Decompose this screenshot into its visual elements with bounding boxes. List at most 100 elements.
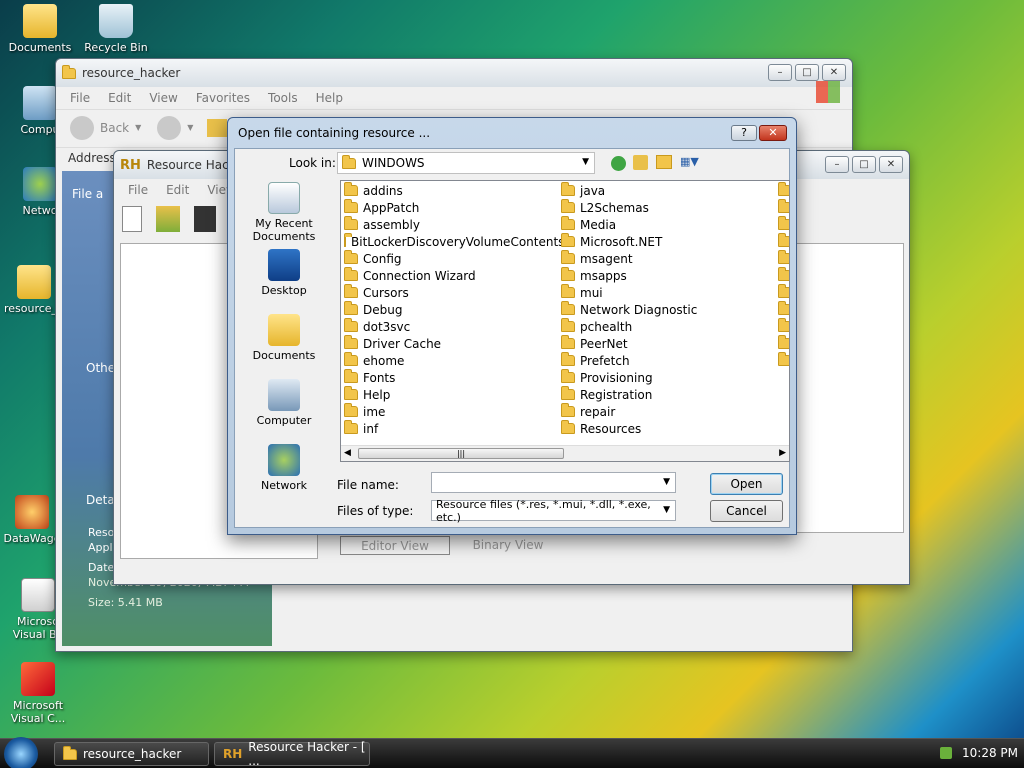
- explorer-titlebar[interactable]: resource_hacker – □ ✕: [56, 59, 852, 87]
- tab-editor-view[interactable]: Editor View: [340, 536, 450, 555]
- folder-list-item[interactable]: inf: [341, 420, 557, 437]
- folder-icon: [778, 182, 789, 196]
- maximize-button[interactable]: □: [795, 64, 819, 81]
- menu-view[interactable]: View: [149, 91, 177, 105]
- folder-list-item[interactable]: Resources: [558, 420, 774, 437]
- folder-list-item[interactable]: Driver Cache: [341, 335, 557, 352]
- taskbar-item-label: resource_hacker: [83, 747, 182, 761]
- folder-list-item[interactable]: repair: [558, 403, 774, 420]
- chevron-down-icon[interactable]: ▼: [187, 123, 193, 132]
- maximize-button[interactable]: □: [852, 156, 876, 173]
- folder-name: repair: [580, 404, 616, 419]
- folder-list-item[interactable]: pchealth: [558, 318, 774, 335]
- menu-edit[interactable]: Edit: [108, 91, 131, 105]
- chevron-down-icon[interactable]: ▼: [135, 123, 141, 132]
- folder-list-item[interactable]: L2Schemas: [558, 199, 774, 216]
- folder-name: ime: [363, 404, 386, 419]
- folder-list-item[interactable]: BitLockerDiscoveryVolumeContents: [341, 233, 564, 250]
- folder-list-item[interactable]: mui: [558, 284, 774, 301]
- folder-list-item[interactable]: Prefetch: [558, 352, 774, 369]
- views-menu-icon[interactable]: ▦▼: [680, 155, 706, 169]
- place-network[interactable]: Network: [249, 444, 319, 492]
- folder-list-item[interactable]: Media: [558, 216, 774, 233]
- back-arrow-icon[interactable]: [70, 115, 94, 140]
- recycle-bin-icon: [99, 4, 133, 38]
- folder-icon: [62, 64, 76, 79]
- folder-list-item[interactable]: Fonts: [341, 369, 557, 386]
- menu-file[interactable]: File: [70, 91, 90, 105]
- open-file-icon[interactable]: [156, 206, 180, 232]
- taskbar-item-resource-hacker-folder[interactable]: resource_hacker: [54, 742, 209, 766]
- folder-list-item[interactable]: Config: [341, 250, 557, 267]
- folder-name: addins: [363, 183, 403, 198]
- back-button[interactable]: Back: [100, 121, 129, 135]
- minimize-button[interactable]: –: [825, 156, 849, 173]
- folder-list-item[interactable]: addins: [341, 182, 557, 199]
- start-button[interactable]: [4, 737, 38, 768]
- folder-list-item[interactable]: ime: [341, 403, 557, 420]
- folder-list-item[interactable]: Debug: [341, 301, 557, 318]
- open-file-dialog[interactable]: Open file containing resource ... ? ✕ Lo…: [227, 117, 797, 535]
- desktop-icon-visual-c[interactable]: Microsoft Visual C...: [0, 662, 76, 725]
- cancel-button[interactable]: Cancel: [710, 500, 783, 522]
- look-in-dropdown[interactable]: WINDOWS ▼: [337, 152, 595, 174]
- scroll-right-arrow-icon[interactable]: ▶: [779, 448, 786, 458]
- folder-name: Cursors: [363, 285, 409, 300]
- folder-list-item[interactable]: Network Diagnostic: [558, 301, 774, 318]
- menu-tools[interactable]: Tools: [268, 91, 298, 105]
- clock[interactable]: 10:28 PM: [962, 746, 1018, 760]
- folder-list-item[interactable]: Microsoft.NET: [558, 233, 774, 250]
- up-folder-icon[interactable]: [207, 118, 228, 137]
- menu-help[interactable]: Help: [316, 91, 343, 105]
- folder-list-item[interactable]: Connection Wizard: [341, 267, 557, 284]
- folder-icon: [778, 335, 789, 349]
- folder-list-item[interactable]: msapps: [558, 267, 774, 284]
- chevron-down-icon: ▼: [663, 505, 670, 515]
- close-button[interactable]: ✕: [879, 156, 903, 173]
- folder-list-item[interactable]: ehome: [341, 352, 557, 369]
- new-file-icon[interactable]: [122, 206, 142, 232]
- folder-list-item[interactable]: dot3svc: [341, 318, 557, 335]
- menu-edit[interactable]: Edit: [166, 183, 189, 197]
- minimize-button[interactable]: –: [768, 64, 792, 81]
- folder-list-item[interactable]: Provisioning: [558, 369, 774, 386]
- scroll-left-arrow-icon[interactable]: ◀: [344, 448, 351, 458]
- tab-binary-view[interactable]: Binary View: [458, 536, 558, 555]
- desktop-icon-label: Recycle Bin: [84, 41, 148, 54]
- new-folder-icon[interactable]: [656, 155, 672, 169]
- place-computer[interactable]: Computer: [249, 379, 319, 427]
- files-of-type-dropdown[interactable]: Resource files (*.res, *.mui, *.dll, *.e…: [431, 498, 676, 524]
- folder-list-item[interactable]: assembly: [341, 216, 557, 233]
- taskbar-item-resource-hacker[interactable]: RH Resource Hacker - [ ...: [214, 740, 370, 768]
- file-list[interactable]: addins AppPatch assembly BitLockerDiscovery…: [340, 180, 790, 462]
- menu-file[interactable]: File: [128, 183, 148, 197]
- close-button[interactable]: ✕: [759, 125, 787, 141]
- scroll-thumb[interactable]: |||: [358, 448, 564, 459]
- desktop-icon-recycle-bin[interactable]: Recycle Bin: [78, 4, 154, 54]
- up-folder-icon[interactable]: [633, 155, 648, 170]
- close-button[interactable]: ✕: [822, 64, 846, 81]
- back-icon[interactable]: [611, 156, 626, 171]
- address-label: Address: [68, 151, 116, 165]
- save-icon[interactable]: [194, 206, 216, 232]
- folder-list-item[interactable]: java: [558, 182, 774, 199]
- place-desktop[interactable]: Desktop: [249, 249, 319, 297]
- place-label: Network: [261, 479, 307, 492]
- place-my-recent-documents[interactable]: My Recent Documents: [249, 182, 319, 243]
- folder-list-item[interactable]: AppPatch: [341, 199, 557, 216]
- folder-list-item[interactable]: Cursors: [341, 284, 557, 301]
- folder-list-item[interactable]: Registration: [558, 386, 774, 403]
- file-name-input[interactable]: ▼: [431, 472, 676, 493]
- help-button[interactable]: ?: [731, 125, 757, 141]
- menu-favorites[interactable]: Favorites: [196, 91, 250, 105]
- place-documents[interactable]: Documents: [249, 314, 319, 362]
- folder-name: java: [580, 183, 606, 198]
- folder-list-item[interactable]: PeerNet: [558, 335, 774, 352]
- network-tray-icon[interactable]: [940, 747, 952, 759]
- folder-list-item[interactable]: Help: [341, 386, 557, 403]
- horizontal-scrollbar[interactable]: ◀ ||| ▶: [341, 445, 789, 461]
- folder-list-item[interactable]: msagent: [558, 250, 774, 267]
- open-button[interactable]: Open: [710, 473, 783, 495]
- forward-arrow-icon[interactable]: [157, 115, 182, 140]
- desktop-icon-documents[interactable]: Documents: [2, 4, 78, 54]
